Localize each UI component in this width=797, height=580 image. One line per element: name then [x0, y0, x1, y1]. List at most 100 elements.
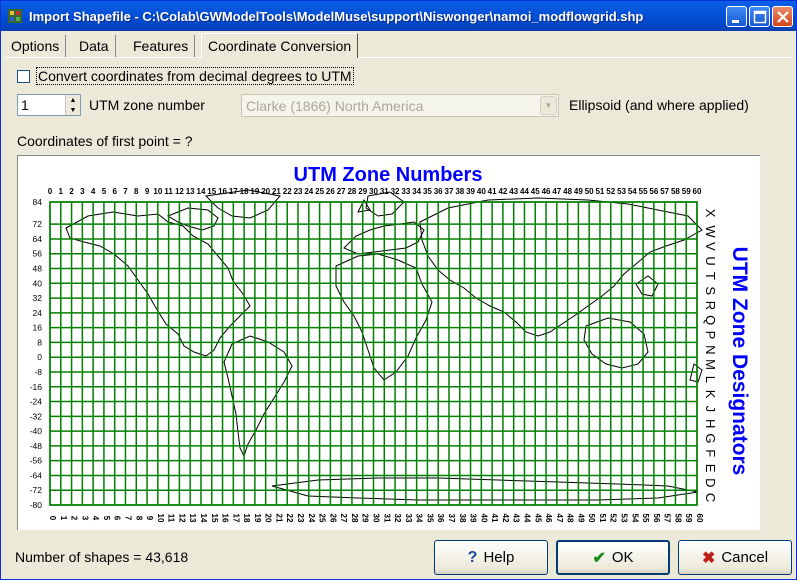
zone-designator-labels: XWVUTSRQPNMLKJHGFEDC — [703, 209, 718, 503]
zone-number-label-bottom: 41 — [490, 514, 499, 523]
tab-data[interactable]: Data — [73, 35, 116, 57]
minimize-button[interactable] — [726, 6, 747, 27]
zone-number-label: 28 — [347, 187, 356, 196]
zone-number-label-bottom: 1 — [59, 516, 68, 521]
utm-zone-value[interactable]: 1 — [21, 97, 29, 113]
zone-number-label-bottom: 39 — [469, 514, 478, 523]
zone-number-label: 19 — [250, 187, 259, 196]
zone-number-label-bottom: 47 — [555, 514, 564, 523]
zone-number-label: 13 — [186, 187, 195, 196]
zone-designator-label: F — [703, 449, 718, 457]
ellipsoid-select[interactable]: Clarke (1866) North America ▼ — [241, 94, 559, 117]
zone-number-label-bottom: 33 — [404, 514, 413, 523]
utm-zone-spinner[interactable]: 1 ▲ ▼ — [17, 94, 81, 116]
zone-number-label: 36 — [434, 187, 443, 196]
ok-button[interactable]: ✔ OK — [556, 540, 670, 575]
latitude-label: 84 — [33, 197, 43, 207]
title-bar[interactable]: Import Shapefile - C:\Colab\GWModelTools… — [1, 1, 796, 31]
zone-number-label-bottom: 35 — [425, 514, 434, 523]
spinner-arrows[interactable]: ▲ ▼ — [65, 95, 80, 115]
zone-number-label: 53 — [617, 187, 626, 196]
latitude-label: -80 — [30, 500, 43, 510]
convert-coordinates-checkbox[interactable] — [17, 70, 30, 83]
zone-number-label-bottom: 22 — [285, 514, 294, 523]
zone-number-label: 17 — [229, 187, 238, 196]
zone-number-label-bottom: 25 — [318, 514, 327, 523]
checkmark-icon: ✔ — [592, 549, 606, 567]
zone-number-label: 60 — [693, 187, 702, 196]
zone-number-label: 43 — [509, 187, 518, 196]
zone-number-label: 16 — [218, 187, 227, 196]
zone-number-label-bottom: 59 — [684, 514, 693, 523]
latitude-label: -8 — [34, 367, 42, 377]
tab-features[interactable]: Features — [127, 35, 196, 57]
zone-number-label: 9 — [145, 187, 150, 196]
maximize-button[interactable] — [749, 6, 770, 27]
zone-number-label: 8 — [134, 187, 139, 196]
tab-coordinate-conversion[interactable]: Coordinate Conversion — [201, 33, 359, 58]
zone-number-label-bottom: 46 — [544, 514, 553, 523]
close-icon — [777, 11, 789, 23]
zone-number-label-bottom: 42 — [501, 514, 510, 523]
ellipsoid-value: Clarke (1866) North America — [246, 98, 424, 114]
zone-number-label-bottom: 32 — [393, 514, 402, 523]
zone-number-label-bottom: 13 — [188, 514, 197, 523]
zone-number-label: 5 — [102, 187, 107, 196]
zone-number-label: 32 — [391, 187, 400, 196]
zone-number-labels: 0 1 2 3 4 5 6 7 8 9 10 11 12 13 14 15 16 17 18 19 20 21 22 23 24… — [48, 187, 702, 196]
convert-coordinates-label[interactable]: Convert coordinates from decimal degrees… — [36, 67, 354, 85]
question-icon: ? — [467, 548, 478, 566]
zone-designator-label: H — [703, 419, 718, 428]
zone-number-label-bottom: 24 — [307, 514, 316, 523]
zone-number-label: 10 — [153, 187, 162, 196]
spin-down-icon[interactable]: ▼ — [66, 105, 80, 115]
zone-number-label: 27 — [337, 187, 346, 196]
zone-number-label-bottom: 8 — [134, 516, 143, 521]
zone-number-label-bottom: 58 — [673, 514, 682, 523]
map-side-title: UTM Zone Designators — [728, 247, 751, 476]
help-button[interactable]: ? Help — [434, 540, 548, 575]
tab-options[interactable]: Options — [5, 35, 67, 57]
zone-number-label-bottom: 36 — [436, 514, 445, 523]
zone-number-label: 55 — [639, 187, 648, 196]
zone-number-label: 2 — [69, 187, 74, 196]
zone-number-label-bottom: 17 — [231, 514, 240, 523]
zone-number-label-bottom: 9 — [145, 516, 154, 521]
zone-number-label: 15 — [207, 187, 216, 196]
utm-zone-map: UTM Zone Numbers UTM Zone Designators 01… — [17, 155, 760, 530]
zone-number-label: 47 — [552, 187, 561, 196]
zone-number-label: 31 — [380, 187, 389, 196]
zone-number-label-bottom: 45 — [533, 514, 542, 523]
zone-number-labels-bottom: 0 1 2 3 4 5 6 7 8 9 10 11 12 13 14 15 16 17 18 19 20 21 22 23 24… — [48, 514, 704, 523]
spin-up-icon[interactable]: ▲ — [66, 95, 80, 105]
zone-number-label-bottom: 4 — [91, 516, 100, 521]
zone-designator-label: J — [703, 406, 718, 413]
latitude-label: 64 — [33, 234, 43, 244]
zone-designator-label: Q — [703, 315, 718, 325]
zone-designator-label: K — [703, 390, 718, 399]
zone-number-label: 0 — [48, 187, 53, 196]
latitude-label: -24 — [30, 397, 43, 407]
zone-number-label-bottom: 55 — [641, 514, 650, 523]
zone-number-label-bottom: 0 — [48, 516, 57, 521]
zone-number-label: 12 — [175, 187, 184, 196]
zone-number-label-bottom: 2 — [70, 516, 79, 521]
zone-number-label: 23 — [294, 187, 303, 196]
zone-designator-label: V — [703, 242, 718, 251]
chevron-down-icon[interactable]: ▼ — [540, 96, 557, 115]
latitude-label: -16 — [30, 382, 43, 392]
latitude-label: -56 — [30, 456, 43, 466]
latitude-label: -48 — [30, 441, 43, 451]
zone-number-label: 49 — [574, 187, 583, 196]
close-button[interactable] — [772, 6, 793, 27]
zone-number-label: 51 — [595, 187, 604, 196]
zone-number-label-bottom: 29 — [361, 514, 370, 523]
latitude-label: 0 — [37, 352, 42, 362]
zone-number-label: 38 — [455, 187, 464, 196]
zone-number-label: 40 — [477, 187, 486, 196]
zone-designator-label: L — [703, 376, 718, 383]
cancel-button[interactable]: ✖ Cancel — [678, 540, 792, 575]
zone-number-label: 26 — [326, 187, 335, 196]
zone-number-label-bottom: 56 — [652, 514, 661, 523]
ellipsoid-label: Ellipsoid (and where applied) — [569, 97, 749, 113]
